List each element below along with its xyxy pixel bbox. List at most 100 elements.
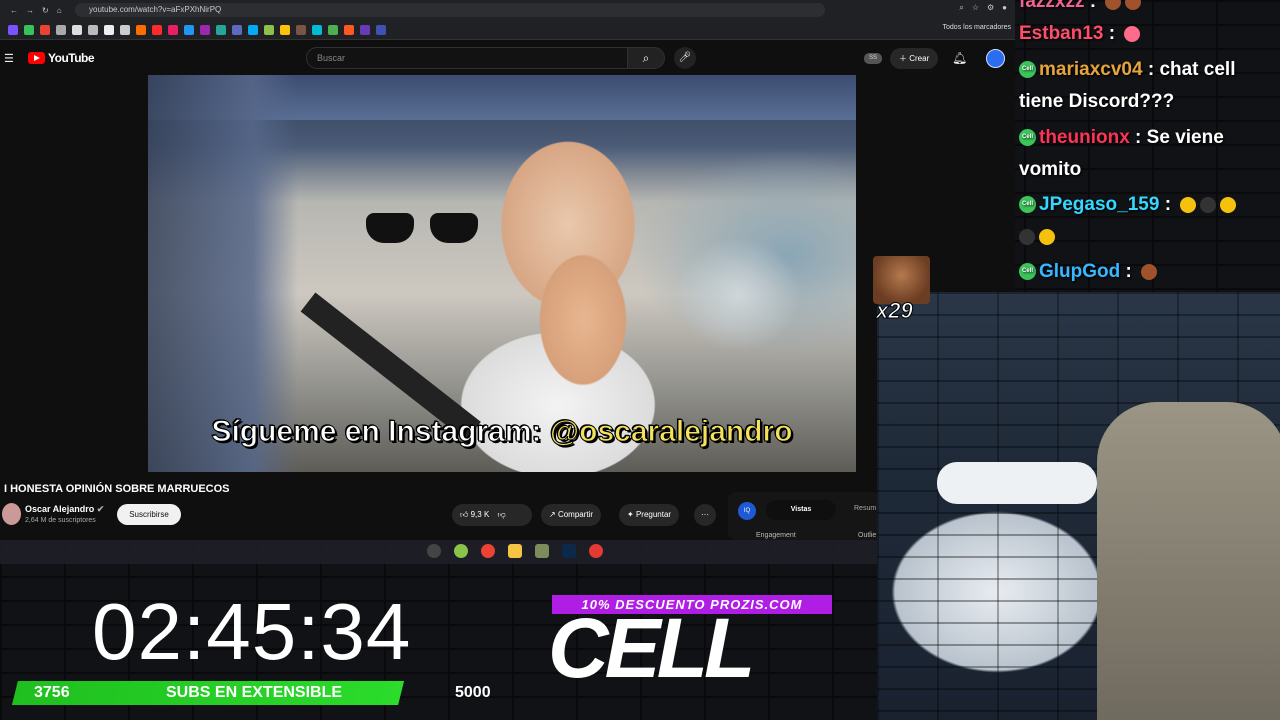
- chat-username: mariaxcv04: [1039, 59, 1143, 80]
- chat-message: Estban13 :: [1019, 18, 1141, 50]
- subscribe-button[interactable]: Suscribirse: [117, 504, 181, 525]
- subscriber-count: 2,64 M de suscriptores: [25, 517, 96, 524]
- bookmark-icon[interactable]: [136, 24, 146, 35]
- tab-resumen[interactable]: Resum: [854, 505, 876, 512]
- bookmark-icon[interactable]: [376, 24, 386, 35]
- chat-message: Cell theunionx : Se viene: [1019, 122, 1224, 154]
- bookmark-icon[interactable]: [72, 24, 82, 35]
- like-icon[interactable]: 👍︎: [460, 510, 468, 519]
- emote-icon: [1200, 196, 1217, 213]
- chat-message: Cell JPegaso_159 :: [1019, 189, 1237, 221]
- browser-window: ← → ↻ ⌂ youtube.com/watch?v=aFxPXhNirPQ …: [0, 0, 1015, 540]
- youtube-header: ☰ YouTube Buscar ⌕ 🎤︎ SS ＋ Crear 🔔︎: [0, 41, 1015, 75]
- ss-badge[interactable]: SS: [864, 53, 882, 64]
- more-actions-button[interactable]: ···: [694, 504, 716, 526]
- bookmark-icon[interactable]: [152, 24, 162, 35]
- chat-username: theunionx: [1039, 127, 1130, 148]
- account-avatar[interactable]: [986, 49, 1005, 68]
- video-player[interactable]: Sígueme en Instagram: @oscaralejandro: [148, 75, 856, 472]
- subtitle-text: Sígueme en Instagram:: [211, 415, 550, 449]
- back-icon[interactable]: ←: [10, 6, 18, 15]
- bookmark-icon[interactable]: [296, 24, 306, 35]
- folder-icon[interactable]: [508, 544, 522, 558]
- chat-overlay: fazzxzz : Estban13 : Cell mariaxcv04 : ch…: [1015, 0, 1280, 292]
- emote-icon: [1220, 196, 1237, 213]
- like-count[interactable]: 9,3 K: [471, 510, 490, 519]
- steam-icon[interactable]: [427, 544, 441, 558]
- bookmark-icon[interactable]: [120, 24, 130, 35]
- bookmark-icon[interactable]: [312, 24, 322, 35]
- ask-label: Preguntar: [635, 510, 672, 519]
- sub-goal-label: SUBS EN EXTENSIBLE: [166, 684, 343, 701]
- create-button[interactable]: ＋ Crear: [890, 48, 939, 69]
- bookmark-icon[interactable]: [168, 24, 178, 35]
- bookmark-icon[interactable]: [184, 24, 194, 35]
- app-icon[interactable]: [589, 544, 603, 558]
- cell-badge-icon: Cell: [1019, 263, 1036, 281]
- bookmark-icon[interactable]: [40, 24, 50, 35]
- bell-icon[interactable]: 🔔︎: [952, 51, 967, 65]
- app-icon[interactable]: [454, 544, 468, 558]
- mic-icon[interactable]: 🎤︎: [674, 47, 696, 69]
- bookmark-icon[interactable]: [264, 24, 274, 35]
- bookmark-icon[interactable]: [216, 24, 226, 35]
- tab-vistas[interactable]: Vistas: [766, 500, 836, 520]
- outlier-label: Outlie: [858, 532, 877, 539]
- stream-timer: 02:45:34: [92, 587, 412, 676]
- menu-icon[interactable]: ☰: [4, 52, 14, 65]
- bookmark-icon[interactable]: [8, 24, 18, 35]
- emote-icon: [1124, 25, 1141, 42]
- channel-name[interactable]: Oscar Alejandro ✔: [25, 504, 104, 515]
- zoom-icon[interactable]: ⌕: [959, 3, 963, 13]
- ask-button[interactable]: ✦ Preguntar: [619, 504, 680, 526]
- photoshop-icon[interactable]: [562, 544, 576, 558]
- engagement-label: Engagement: [756, 532, 796, 539]
- reload-icon[interactable]: ↻: [42, 6, 49, 15]
- bookmark-icon[interactable]: [56, 24, 66, 35]
- channel-avatar[interactable]: [2, 503, 21, 525]
- create-label: Crear: [909, 54, 930, 63]
- share-button[interactable]: ↗ Compartir: [541, 504, 602, 526]
- search-input[interactable]: Buscar: [306, 47, 628, 69]
- stream-canvas: ← → ↻ ⌂ youtube.com/watch?v=aFxPXhNirPQ …: [0, 0, 1280, 720]
- home-icon[interactable]: ⌂: [57, 6, 62, 15]
- youtube-logo[interactable]: YouTube: [28, 51, 95, 65]
- bookmark-icon[interactable]: [344, 24, 354, 35]
- profile-icon[interactable]: ●: [1002, 3, 1007, 13]
- cell-badge-icon: Cell: [1019, 61, 1036, 79]
- url-field[interactable]: youtube.com/watch?v=aFxPXhNirPQ: [75, 3, 825, 17]
- taskbar-icons: [427, 544, 603, 558]
- emote-icon: [1019, 228, 1035, 245]
- gaming-chair-decor: [1097, 402, 1280, 720]
- analytics-icon[interactable]: IQ: [738, 502, 756, 520]
- chat-separator: :: [1089, 0, 1097, 12]
- chat-text: chat cell: [1159, 59, 1236, 80]
- bookmark-icon[interactable]: [104, 24, 114, 35]
- dislike-icon[interactable]: 👎︎: [498, 510, 506, 519]
- nav-buttons: ← → ↻ ⌂: [0, 6, 70, 15]
- like-dislike-group: 👍︎ 9,3 K 👎︎: [452, 504, 532, 526]
- bookmark-icon[interactable]: [200, 24, 210, 35]
- bookmark-icon[interactable]: [248, 24, 258, 35]
- cell-badge-icon: Cell: [1019, 196, 1036, 214]
- star-icon[interactable]: ☆: [972, 3, 979, 13]
- bookmark-icon[interactable]: [360, 24, 370, 35]
- search-icon[interactable]: ⌕: [627, 47, 665, 69]
- bookmark-icon[interactable]: [88, 24, 98, 35]
- bookmark-icon[interactable]: [328, 24, 338, 35]
- share-label: Compartir: [557, 510, 594, 519]
- chrome-icon[interactable]: [481, 544, 495, 558]
- chat-message: Cell mariaxcv04 : chat cell: [1019, 54, 1235, 86]
- sub-goal-current: 3756: [34, 684, 70, 701]
- bookmarks-folder[interactable]: Todos los marcadores: [943, 24, 1011, 31]
- sub-goal-max: 5000: [455, 684, 491, 701]
- forward-icon[interactable]: →: [26, 6, 34, 15]
- youtube-wordmark: YouTube: [48, 51, 95, 65]
- bookmark-icon[interactable]: [280, 24, 290, 35]
- bookmark-icon[interactable]: [24, 24, 34, 35]
- emote-count: x29: [876, 298, 914, 324]
- minecraft-icon[interactable]: [535, 544, 549, 558]
- bookmark-icon[interactable]: [232, 24, 242, 35]
- emote-icon: [1039, 228, 1055, 245]
- extensions-icon[interactable]: ⚙: [987, 3, 994, 13]
